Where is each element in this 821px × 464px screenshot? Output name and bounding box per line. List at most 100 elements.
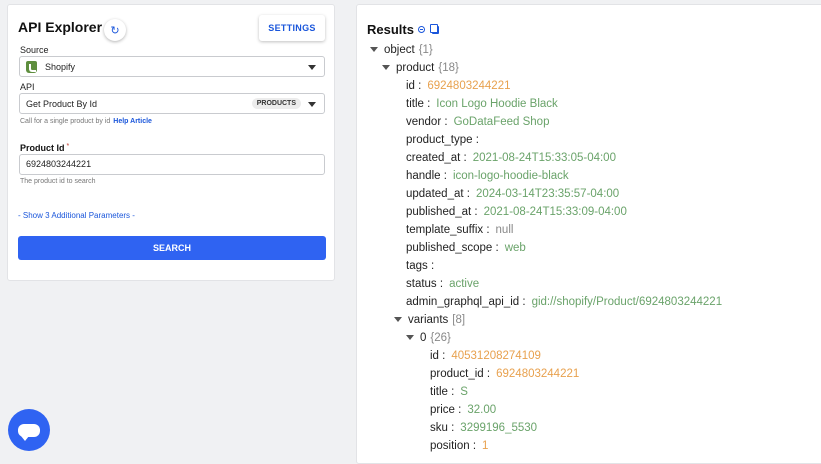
json-tree-row: template_suffix : null xyxy=(406,221,513,239)
json-value: 6924803244221 xyxy=(427,80,511,92)
api-select[interactable]: Get Product By Id PRODUCTS xyxy=(19,93,325,114)
json-key: id xyxy=(406,80,415,92)
results-title: Results xyxy=(367,22,414,37)
json-value: 1 xyxy=(482,440,489,452)
json-tree-row: id :40531208274109 xyxy=(430,347,541,365)
json-count: [8] xyxy=(452,314,466,326)
refresh-button[interactable]: ↻ xyxy=(104,19,126,41)
json-tree-row: handle : icon-logo-hoodie-black xyxy=(406,167,569,185)
chevron-down-icon xyxy=(308,102,316,107)
json-value: web xyxy=(504,242,526,254)
json-value: 3299196_5530 xyxy=(460,422,538,434)
json-colon: : xyxy=(472,134,479,146)
expand-toggle-icon[interactable] xyxy=(406,335,414,341)
json-colon: : xyxy=(441,116,448,128)
json-value: 6924803244221 xyxy=(496,368,580,380)
json-value: gid://shopify/Product/6924803244221 xyxy=(531,296,723,308)
source-select[interactable]: Shopify xyxy=(19,56,325,77)
api-value: Get Product By Id xyxy=(26,98,98,109)
product-id-label: Product Id * xyxy=(20,143,69,153)
json-key: vendor xyxy=(406,116,442,128)
json-tree-node[interactable]: product {18} xyxy=(382,59,459,77)
json-key: variants xyxy=(408,314,449,326)
api-label: API xyxy=(20,82,35,92)
collapse-all-icon[interactable] xyxy=(417,26,425,33)
json-colon: : xyxy=(440,170,447,182)
json-colon: : xyxy=(436,278,444,290)
json-key: product_type xyxy=(406,134,473,146)
json-key: position xyxy=(430,440,470,452)
copy-icon[interactable] xyxy=(429,23,439,34)
json-value: S xyxy=(460,386,468,398)
json-value: GoDataFeed Shop xyxy=(453,116,550,128)
json-tree-row: title : Icon Logo Hoodie Black xyxy=(406,95,558,113)
json-colon: : xyxy=(492,242,499,254)
required-marker: * xyxy=(66,143,70,150)
json-value: icon-logo-hoodie-black xyxy=(452,170,569,182)
json-key: 0 xyxy=(420,332,427,344)
json-tree-row: created_at :2021-08-24T15:33:05-04:00 xyxy=(406,149,616,167)
json-tree-row: product_type : xyxy=(406,131,485,149)
json-tree-row: tags : xyxy=(406,257,440,275)
json-value: 32.00 xyxy=(467,404,497,416)
expand-toggle-icon[interactable] xyxy=(370,47,378,53)
expand-toggle-icon[interactable] xyxy=(394,317,402,323)
json-colon: : xyxy=(427,260,435,272)
json-key: sku xyxy=(430,422,448,434)
json-colon: : xyxy=(460,152,467,164)
json-key: object xyxy=(384,44,415,56)
json-key: status xyxy=(406,278,437,290)
json-colon: : xyxy=(471,206,478,218)
json-key: admin_graphql_api_id xyxy=(406,296,520,308)
settings-button[interactable]: SETTINGS xyxy=(259,15,325,41)
json-tree-row: product_id :6924803244221 xyxy=(430,365,579,383)
json-key: product_id xyxy=(430,368,484,380)
source-value: Shopify xyxy=(45,61,76,72)
json-tree-row: vendor : GoDataFeed Shop xyxy=(406,113,549,131)
json-value: 2024-03-14T23:35:57-04:00 xyxy=(475,188,620,200)
product-id-input[interactable]: 6924803244221 xyxy=(19,154,325,175)
json-tree-node[interactable]: variants [8] xyxy=(394,311,465,329)
json-tree-row: admin_graphql_api_id : gid://shopify/Prod… xyxy=(406,293,722,311)
json-tree-node[interactable]: object {1} xyxy=(370,41,433,59)
json-value: Icon Logo Hoodie Black xyxy=(436,98,558,110)
json-tree-row: published_at :2021-08-24T15:33:09-04:00 xyxy=(406,203,627,221)
json-tree-row: price :32.00 xyxy=(430,401,496,419)
json-key: product xyxy=(396,62,435,74)
show-additional-parameters-link[interactable]: - Show 3 Additional Parameters - xyxy=(18,211,135,220)
json-key: published_at xyxy=(406,206,472,218)
json-colon: : xyxy=(519,296,526,308)
json-key: price xyxy=(430,404,455,416)
help-article-link[interactable]: Help Article xyxy=(113,118,152,125)
json-key: title xyxy=(406,98,424,110)
shopify-icon xyxy=(26,60,37,73)
json-value: null xyxy=(495,224,514,236)
json-colon: : xyxy=(469,440,477,452)
json-tree-row: id :6924803244221 xyxy=(406,77,511,95)
json-key: published_scope xyxy=(406,242,493,254)
json-colon: : xyxy=(423,98,431,110)
search-button[interactable]: SEARCH xyxy=(18,236,326,260)
json-value: 2021-08-24T15:33:05-04:00 xyxy=(472,152,616,164)
chevron-down-icon xyxy=(308,65,316,70)
source-label: Source xyxy=(20,45,49,55)
json-tree-row: sku :3299196_5530 xyxy=(430,419,537,437)
json-colon: : xyxy=(463,188,470,200)
api-category-badge: PRODUCTS xyxy=(251,98,301,109)
json-colon: : xyxy=(483,224,490,236)
json-key: tags xyxy=(406,260,428,272)
json-colon: : xyxy=(438,350,446,362)
chat-icon xyxy=(18,423,40,441)
chat-button[interactable] xyxy=(8,409,50,451)
panel-title: API Explorer xyxy=(18,19,103,35)
json-colon: : xyxy=(447,386,455,398)
json-tree-node[interactable]: 0 {26} xyxy=(406,329,451,347)
results-header: Results xyxy=(367,22,439,37)
json-tree-row: published_scope : web xyxy=(406,239,526,257)
api-helper-text: Call for a single product by id xyxy=(20,118,111,125)
json-key: created_at xyxy=(406,152,461,164)
json-tree-row: updated_at :2024-03-14T23:35:57-04:00 xyxy=(406,185,619,203)
expand-toggle-icon[interactable] xyxy=(382,65,390,71)
json-value: active xyxy=(449,278,480,290)
product-id-label-text: Product Id xyxy=(20,143,65,153)
